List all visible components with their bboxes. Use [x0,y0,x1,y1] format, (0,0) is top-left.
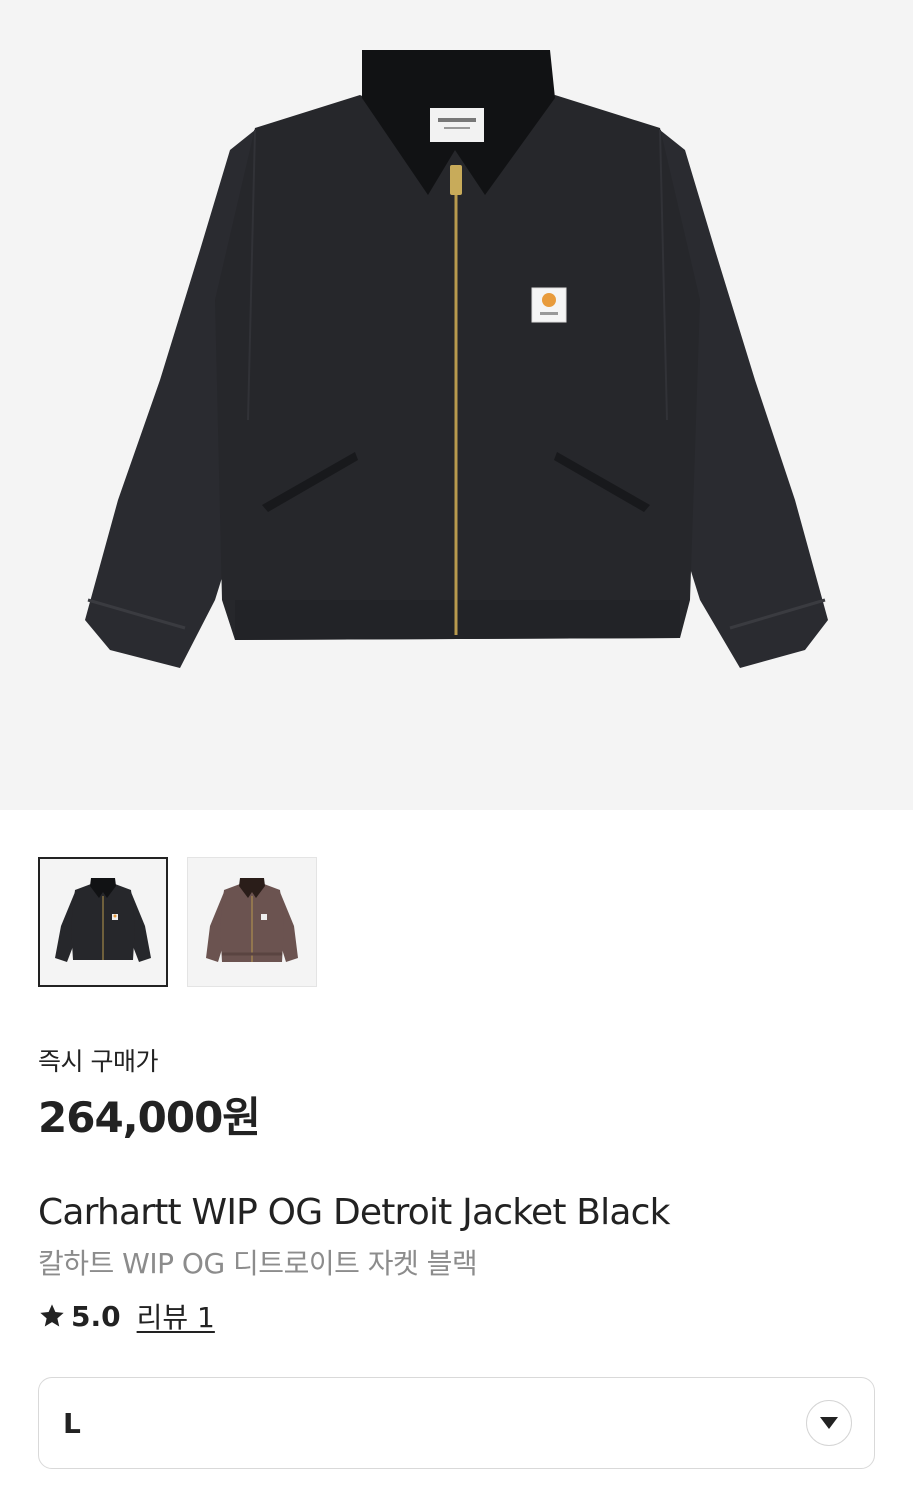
thumbnail-gallery [38,857,317,987]
size-select[interactable]: L [38,1377,875,1469]
jacket-thumbnail-black [55,878,151,962]
rating-row: 5.0 리뷰 1 [38,1296,215,1336]
product-name-en: Carhartt WIP OG Detroit Jacket Black [38,1192,670,1233]
product-main-image[interactable] [0,0,913,810]
jacket-thumbnail-brown [206,878,298,962]
price-value: 264,000원 [38,1093,261,1142]
jacket-image [85,50,828,668]
rating-value: 5.0 [71,1299,121,1333]
star-icon [40,1304,64,1327]
thumbnail-black[interactable] [38,857,168,987]
dropdown-button[interactable] [806,1400,852,1446]
price-label: 즉시 구매가 [38,1047,158,1076]
thumbnail-brown[interactable] [187,857,317,987]
size-selected-value: L [63,1406,81,1440]
review-link[interactable]: 리뷰 1 [137,1296,215,1336]
product-name-ko: 칼하트 WIP OG 디트로이트 자켓 블랙 [38,1247,478,1280]
chevron-down-icon [820,1417,838,1429]
